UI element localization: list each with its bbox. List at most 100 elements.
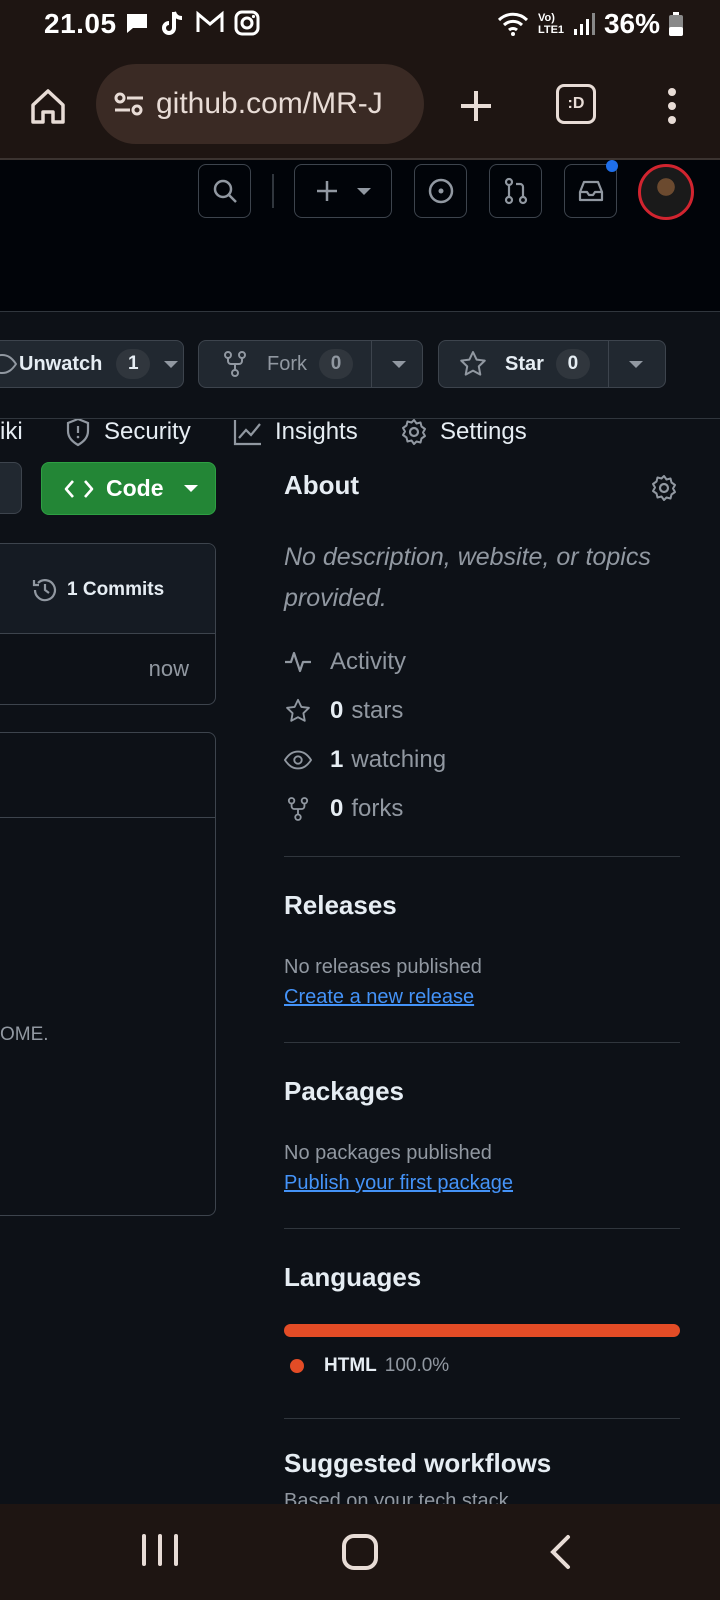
create-new-button[interactable] — [294, 164, 392, 218]
section-divider — [284, 1042, 680, 1043]
readme-divider — [0, 817, 215, 818]
kebab-menu-icon — [668, 88, 676, 124]
message-icon — [127, 14, 147, 33]
tab-wiki-label: iki — [0, 418, 23, 445]
about-description: No description, website, or topics provi… — [284, 543, 651, 612]
tiktok-icon — [162, 11, 183, 35]
watching-count: 1 — [330, 746, 344, 773]
star-count: 0 — [555, 349, 590, 379]
tab-insights[interactable]: Insights — [233, 406, 358, 458]
releases-empty-text: No releases published — [284, 956, 482, 978]
unwatch-button[interactable]: Unwatch 1 — [0, 340, 184, 388]
chevron-down-icon — [357, 187, 371, 195]
tab-insights-label: Insights — [275, 418, 358, 445]
network-label: Vo) LTE1 — [537, 12, 565, 36]
back-button[interactable] — [548, 1534, 572, 1575]
code-button[interactable]: Code — [41, 462, 216, 515]
home-icon — [31, 89, 65, 124]
graph-icon — [233, 420, 261, 446]
fork-button[interactable]: Fork 0 — [198, 340, 423, 388]
pull-request-icon — [504, 177, 527, 205]
github-header: iki Security Insights Settings — [0, 160, 720, 447]
publish-package-link[interactable]: Publish your first package — [284, 1172, 513, 1195]
stars-count: 0 — [330, 697, 344, 724]
avatar[interactable] — [638, 164, 694, 220]
fork-icon — [224, 351, 246, 377]
search-button[interactable] — [198, 164, 251, 218]
url-text: github.com/MR-J — [156, 87, 383, 120]
language-bar — [284, 1324, 680, 1337]
signal-icon — [573, 13, 595, 35]
button-divider — [607, 341, 609, 387]
battery-percent: 36% — [603, 8, 660, 39]
forks-count: 0 — [330, 795, 344, 822]
back-icon — [550, 1535, 570, 1569]
language-percent: 100.0% — [384, 1355, 450, 1376]
tab-switcher-button[interactable]: :D — [556, 84, 596, 124]
notification-dot — [606, 160, 618, 172]
battery-icon — [669, 12, 683, 36]
browser-home-button[interactable] — [24, 82, 72, 130]
notification-icons — [124, 10, 260, 38]
pull-requests-button[interactable] — [489, 164, 542, 218]
code-button-label: Code — [106, 475, 164, 501]
fork-count: 0 — [319, 349, 353, 379]
fork-label: Fork — [267, 352, 307, 375]
search-icon — [213, 179, 237, 203]
eye-icon — [284, 750, 312, 770]
wifi-icon — [497, 12, 529, 36]
home-button[interactable] — [342, 1534, 378, 1570]
star-button[interactable]: Star 0 — [438, 340, 666, 388]
add-file-button[interactable] — [0, 462, 22, 514]
forks-link[interactable]: 0 forks — [284, 795, 403, 823]
tab-settings[interactable]: Settings — [400, 406, 527, 458]
star-icon — [460, 351, 486, 376]
stars-link[interactable]: 0 stars — [284, 697, 403, 725]
issues-button[interactable] — [414, 164, 467, 218]
issue-icon — [428, 178, 453, 204]
browser-toolbar: github.com/MR-J :D — [0, 52, 720, 160]
about-settings-button[interactable] — [650, 474, 678, 507]
clock: 21.05 — [44, 8, 117, 39]
activity-label: Activity — [330, 648, 407, 675]
history-icon — [32, 579, 57, 602]
inbox-icon — [578, 180, 603, 202]
language-item[interactable]: HTML 100.0% — [290, 1355, 449, 1377]
packages-empty-text: No packages published — [284, 1142, 492, 1164]
watching-link[interactable]: 1 watching — [284, 746, 446, 774]
system-icons: Vo) LTE1 36% — [496, 8, 684, 40]
unwatch-label: Unwatch — [19, 352, 103, 375]
languages-title: Languages — [284, 1262, 422, 1292]
tab-wiki[interactable]: iki — [0, 406, 23, 458]
language-name: HTML — [324, 1355, 377, 1376]
commits-label: 1 Commits — [67, 579, 165, 600]
activity-link[interactable]: Activity — [284, 648, 406, 676]
plus-icon — [317, 181, 337, 201]
section-divider — [284, 856, 680, 857]
eye-icon — [0, 353, 17, 375]
address-bar[interactable]: github.com/MR-J — [96, 64, 424, 144]
create-release-link[interactable]: Create a new release — [284, 986, 474, 1009]
pulse-icon — [285, 651, 311, 673]
chevron-down-icon — [392, 360, 406, 368]
star-label: Star — [505, 352, 544, 375]
readme-box — [0, 732, 216, 1216]
status-bar: 21.05 Vo) LTE1 36% — [0, 0, 720, 52]
browser-menu-button[interactable] — [652, 82, 692, 130]
file-list-box: 1 Commits now — [0, 543, 216, 705]
section-divider — [284, 1228, 680, 1229]
commits-link[interactable]: 1 Commits — [31, 576, 164, 604]
tab-settings-label: Settings — [440, 418, 527, 445]
recents-button[interactable] — [142, 1534, 178, 1570]
suggested-workflows-title: Suggested workflows — [284, 1448, 552, 1478]
tab-security[interactable]: Security — [64, 406, 191, 458]
star-icon — [286, 698, 310, 722]
gmail-icon — [196, 10, 224, 32]
new-tab-button[interactable] — [452, 82, 500, 130]
site-settings-icon[interactable] — [112, 87, 146, 121]
chevron-down-icon — [183, 485, 198, 492]
chevron-down-icon — [628, 360, 643, 368]
inbox-button[interactable] — [564, 164, 617, 218]
chevron-down-icon — [164, 360, 179, 368]
system-nav-bar — [0, 1504, 720, 1600]
